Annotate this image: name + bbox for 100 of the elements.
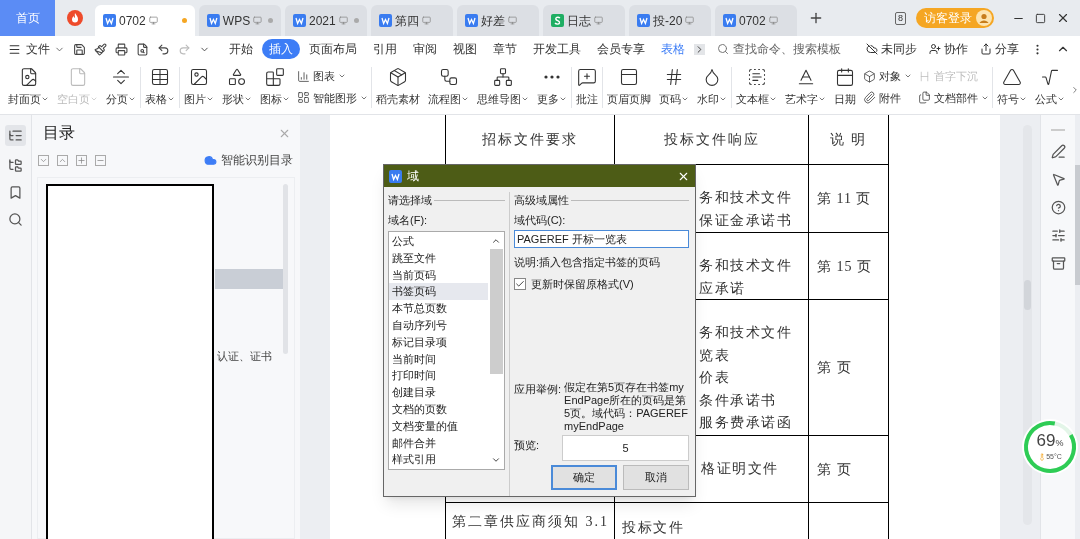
toolbar-button[interactable]: 形状 [221,67,253,108]
table-cell-text: 务和技术文件 [699,189,793,207]
toolbar-button[interactable]: 分页 [105,67,137,108]
table-cell-text: 条件承诺书 [699,391,778,410]
list-item[interactable]: 创建目录 [389,384,488,401]
list-item[interactable]: 自动序列号 [389,317,488,334]
toolbar-button[interactable]: 表格 [144,67,176,108]
table-cell: 第二章供应商须知 3.1 [452,514,609,529]
list-item[interactable]: 邮件合并 [389,434,488,452]
table-cell-text: 第 页 [817,359,852,377]
table-cell-text: 览表 [699,346,731,365]
tab-title: 日志 [567,12,591,30]
field-label: 域代码(C): [514,212,567,228]
list-item[interactable]: 标记目录项 [389,333,488,351]
document-tab[interactable]: 日志 [543,5,625,36]
checkbox-label: 更新时保留原格式(V) [531,276,634,292]
toolbar-button[interactable]: 附件 [863,89,912,106]
column-header: 说 明 [809,115,889,165]
toolbar-button[interactable]: 图表 [297,68,368,85]
document-tab[interactable]: 第四 [371,5,453,36]
table-cell-text: 务和技术文件 [699,324,793,342]
toolbar-button[interactable]: 页眉页脚 [606,67,652,108]
toolbar-button[interactable]: 页码 [658,67,690,108]
document-tab[interactable]: 好差 [457,5,539,36]
toolbar-button[interactable]: 智能图形 [297,89,368,106]
table-cell-text: 务和技术文件 [699,257,793,275]
file-menu[interactable]: 文件 [26,40,50,58]
toolbar-button[interactable]: 文本框 [735,67,778,108]
search-field[interactable]: 查找命令、搜索模板 [717,40,853,58]
toolbar-button[interactable]: 符号 [996,67,1028,108]
badge[interactable]: 8 [895,11,906,25]
document-tab[interactable]: 0702 [715,5,797,36]
example-text: 假定在第5页存在书签myEndPage所在的页码是第5页。域代码：PAGEREF myEndPage [564,381,689,433]
ribbon-tab[interactable]: 视图 [446,39,484,59]
table-cell-text: 第 11 页 [817,190,872,208]
outline-item[interactable]: 认证、证书 [215,346,274,366]
toolbar-button[interactable]: 日期 [833,67,857,108]
dialog-title: 域 [407,168,419,185]
toolbar-button[interactable]: 封面页 [7,67,50,108]
list-item[interactable]: 文档变量的值 [389,417,488,435]
tab-title: 0702 [739,12,766,30]
dialog-button[interactable]: 确定 [551,465,617,490]
ribbon-tab[interactable]: 插入 [262,39,300,59]
document-tab[interactable]: WPS [199,5,281,36]
field-list[interactable]: 公式 跳至文件 当前页码 书签页码 本节总页数 自动序列号 标记目录项 当前时间 打印时间 创建目录 文档的页数 文档变量的值 邮件合并 样式引用 [388,231,505,470]
toolbar-button[interactable]: 水印 [696,67,728,108]
toolbar-button[interactable]: 批注 [575,67,599,108]
toolbar-button[interactable]: 公式 [1034,67,1066,108]
list-item[interactable]: 本节总页数 [389,300,488,317]
table-cell-text: 服务费承诺函 [699,414,793,432]
toolbar-button[interactable]: 流程图 [427,67,470,108]
ribbon-tab[interactable]: 审阅 [406,39,444,59]
ribbon-tab[interactable]: 开发工具 [526,39,588,59]
field-code-input[interactable]: PAGEREF 开标一览表 [514,230,689,248]
preview-box: 5 [562,435,689,461]
toolbar-button[interactable]: 图片 [183,67,215,108]
group-title: 请选择域 [388,193,432,208]
tab-title: WPS [222,12,251,30]
group-title: 高级域属性 [514,193,569,208]
toolbar-button[interactable]: 图标 [259,67,291,108]
ribbon-tab[interactable]: 表格 [654,39,692,59]
preview-label: 预览: [514,438,541,453]
ribbon-tab[interactable]: 引用 [366,39,404,59]
ribbon-tab[interactable]: 章节 [486,39,524,59]
list-item[interactable]: 打印时间 [389,367,488,385]
toolbar-action[interactable]: 分享 [980,40,1019,58]
toolbar-button[interactable]: 思维导图 [476,67,530,108]
table-cell-text: 应承诺 [699,279,747,298]
toolbar-button[interactable]: 文档部件 [918,89,989,106]
dialog-button[interactable]: 取消 [623,465,689,490]
list-item[interactable]: 当前时间 [389,350,488,368]
table-cell-text: 第 页 [817,460,852,479]
ribbon-tab[interactable]: 页面布局 [302,39,364,59]
list-item[interactable]: 跳至文件 [389,249,488,267]
panel-title: 目录 [43,123,75,143]
description: 说明:插入包含指定书签的页码 [514,255,662,270]
toolbar-button[interactable]: 对象 [863,68,912,85]
list-item[interactable]: 当前页码 [389,266,488,284]
list-item[interactable]: 文档的页数 [389,400,488,418]
document-tab[interactable]: 投-20 [629,5,711,36]
list-item[interactable]: 样式引用 [389,451,488,469]
table-cell-text: 格证明文件 [701,459,780,478]
toolbar-action[interactable]: 未同步 [866,40,917,58]
toolbar-button[interactable]: 更多 [536,67,568,108]
toolbar-action[interactable]: 协作 [929,40,968,58]
ribbon-tab[interactable]: 会员专享 [590,39,652,59]
smart-toc-button[interactable]: 智能识别目录 [204,151,295,169]
tab-title: 好差 [481,12,505,30]
document-tab[interactable]: 0702 [95,5,195,36]
document-tab[interactable]: 2021 [285,5,367,36]
tab-title: 0702 [119,12,146,30]
ribbon-tab[interactable]: 开始 [222,39,260,59]
tab-title: 第四 [395,12,419,30]
toolbar-button[interactable]: 稻壳素材 [375,67,421,108]
list-item[interactable]: 书签页码 [389,283,488,301]
toolbar-button[interactable]: 艺术字 [784,67,827,108]
table-cell-text: 保证金承诺书 [699,211,793,230]
tab-title: 2021 [309,12,336,30]
example-label: 应用举例: [514,382,562,397]
list-item[interactable]: 公式 [389,233,488,250]
